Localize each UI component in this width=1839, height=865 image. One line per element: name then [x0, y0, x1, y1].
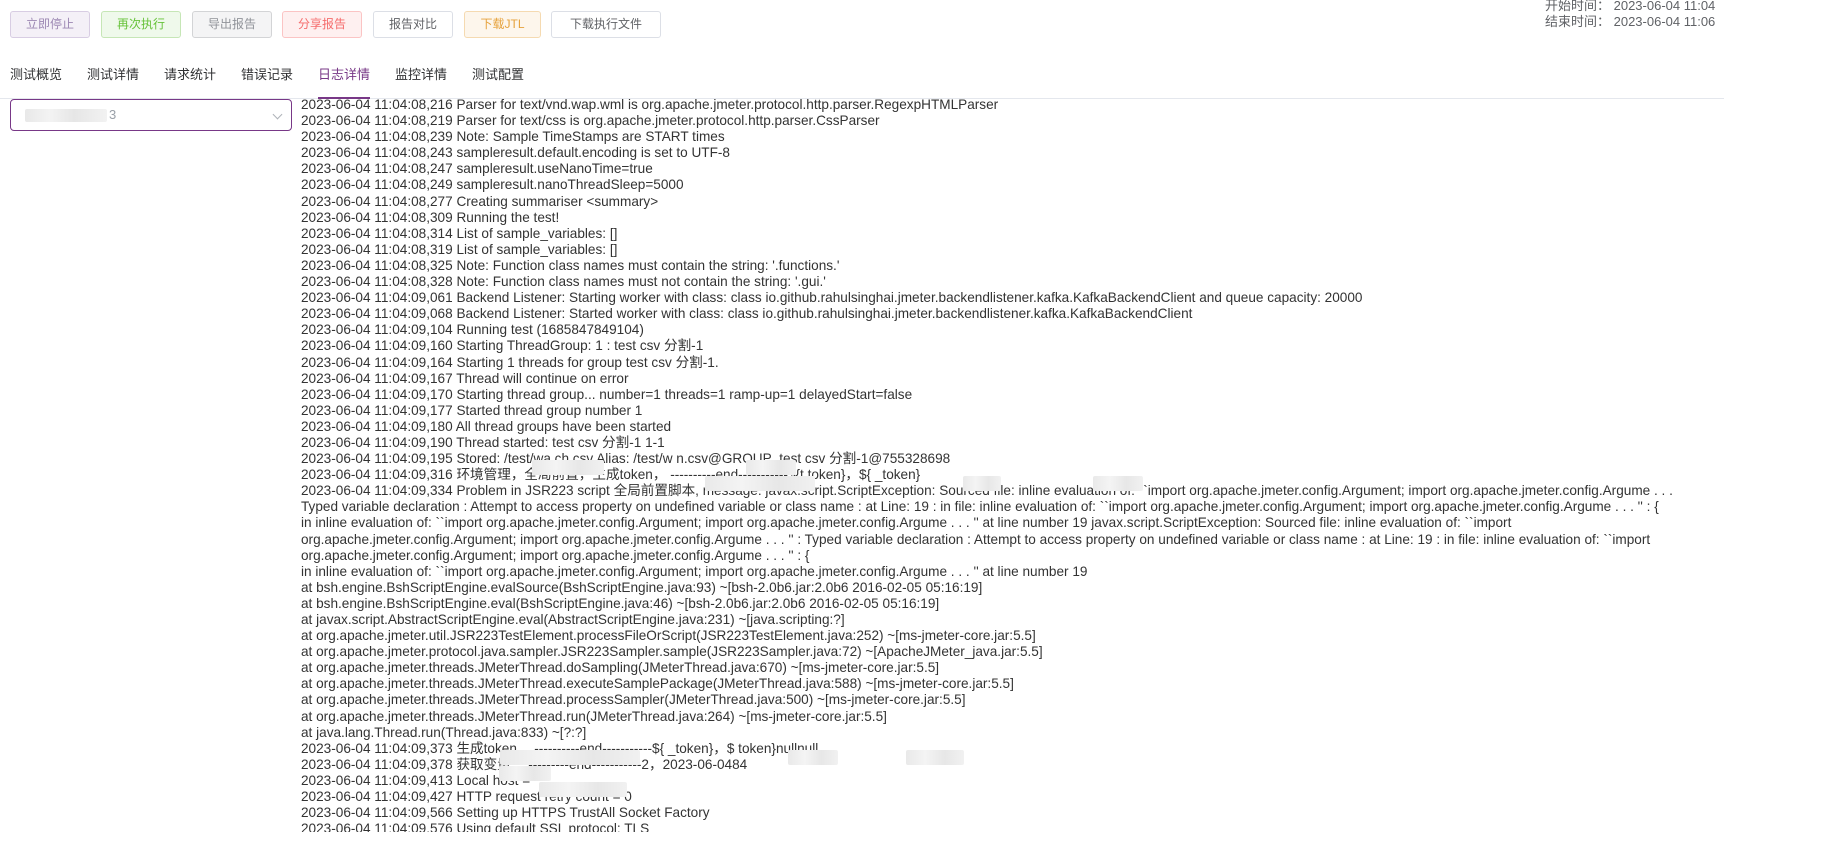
log-line: 2023-06-04 11:04:08,249 sampleresult.nan… — [301, 177, 684, 193]
log-line: 2023-06-04 11:04:08,325 Note: Function c… — [301, 257, 840, 273]
log-line: 2023-06-04 11:04:09,170 Starting thread … — [301, 386, 913, 402]
log-line: 2023-06-04 11:04:09,195 Stored: /test/wa… — [301, 451, 951, 467]
redacted-text — [788, 750, 838, 765]
log-line: in inline evaluation of: ``import org.ap… — [301, 563, 1088, 579]
log-line: 2023-06-04 11:04:08,319 List of sample_v… — [301, 241, 618, 257]
export-report-button[interactable]: 导出报告 — [192, 11, 272, 38]
log-line: at javax.script.AbstractScriptEngine.eva… — [301, 612, 845, 627]
redacted-text — [500, 750, 640, 765]
log-line: at bsh.engine.BshScriptEngine.eval(BshSc… — [301, 595, 940, 611]
redacted-text — [499, 766, 551, 781]
redacted-text — [906, 750, 964, 765]
log-line: at java.lang.Thread.run(Thread.java:833)… — [301, 724, 587, 740]
download-jtl-button[interactable]: 下载JTL — [464, 11, 541, 38]
log-line: Typed variable declaration : Attempt to … — [301, 499, 1659, 515]
log-line: 2023-06-04 11:04:09,316 环境管理，全局前置，生成toke… — [301, 467, 921, 483]
log-line: 2023-06-04 11:04:09,164 Starting 1 threa… — [301, 354, 719, 370]
log-line: 2023-06-04 11:04:09,190 Thread started: … — [301, 434, 665, 450]
log-content: 2023-06-04 11:04:08,216 Parser for text/… — [301, 97, 1731, 832]
log-line: at org.apache.jmeter.threads.JMeterThrea… — [301, 692, 966, 708]
log-line: 2023-06-04 11:04:09,566 Setting up HTTPS… — [301, 805, 710, 821]
log-line: in inline evaluation of: ``import org.ap… — [301, 515, 1512, 531]
redacted-text — [532, 460, 604, 475]
log-line: at org.apache.jmeter.util.JSR223TestElem… — [301, 628, 1036, 644]
redacted-text — [963, 476, 1001, 491]
tab-error-records[interactable]: 错误记录 — [241, 58, 293, 98]
log-line: 2023-06-04 11:04:08,314 List of sample_v… — [301, 225, 618, 241]
tab-monitor-details[interactable]: 监控详情 — [395, 58, 447, 98]
test-time-info: 开始时间： 2023-06-04 11:04 结束时间： 2023-06-04 … — [1545, 0, 1715, 30]
tab-request-stats[interactable]: 请求统计 — [164, 58, 216, 98]
resource-node-value: 3 — [109, 107, 117, 122]
redacted-text — [705, 476, 815, 491]
log-line: org.apache.jmeter.config.Argument; impor… — [301, 531, 1651, 547]
log-line: 2023-06-04 11:04:09,160 Starting ThreadG… — [301, 338, 704, 354]
log-line: 2023-06-04 11:04:08,247 sampleresult.use… — [301, 161, 653, 177]
start-time: 开始时间： 2023-06-04 11:04 — [1545, 0, 1716, 13]
log-line: 2023-06-04 11:04:08,216 Parser for text/… — [301, 97, 999, 112]
log-line: 2023-06-04 11:04:09,177 Started thread g… — [301, 402, 643, 418]
log-line: 2023-06-04 11:04:09,104 Running test (16… — [301, 322, 644, 338]
compare-report-button[interactable]: 报告对比 — [373, 11, 453, 38]
tab-log-details[interactable]: 日志详情 — [318, 58, 371, 99]
redacted-text — [539, 782, 627, 797]
log-line: at org.apache.jmeter.threads.JMeterThrea… — [301, 660, 940, 676]
share-report-button[interactable]: 分享报告 — [282, 11, 362, 38]
log-line: at org.apache.jmeter.threads.JMeterThrea… — [301, 676, 1014, 692]
log-line: 2023-06-04 11:04:09,427 HTTP request ret… — [301, 789, 632, 805]
log-line: 2023-06-04 11:04:08,309 Running the test… — [301, 209, 560, 225]
redacted-text — [746, 460, 796, 475]
tab-test-details[interactable]: 测试详情 — [87, 58, 139, 98]
tab-test-overview[interactable]: 测试概览 — [10, 58, 62, 98]
tab-test-config[interactable]: 测试配置 — [472, 58, 524, 98]
chevron-down-icon — [272, 109, 283, 120]
download-exec-file-button[interactable]: 下载执行文件 — [551, 11, 661, 38]
log-line: 2023-06-04 11:04:09,576 Using default SS… — [301, 821, 650, 832]
stop-button[interactable]: 立即停止 — [10, 11, 90, 38]
log-line: 2023-06-04 11:04:08,243 sampleresult.def… — [301, 145, 730, 161]
redacted-text — [1093, 476, 1143, 491]
log-line: 2023-06-04 11:04:09,061 Backend Listener… — [301, 290, 1363, 306]
log-line: org.apache.jmeter.config.Argument; impor… — [301, 547, 810, 563]
log-line: 2023-06-04 11:04:08,277 Creating summari… — [301, 193, 659, 209]
log-line: 2023-06-04 11:04:09,180 All thread group… — [301, 418, 672, 434]
tab-log-details-label: 日志详情 — [318, 67, 371, 82]
log-line: at org.apache.jmeter.protocol.java.sampl… — [301, 644, 1043, 660]
log-line: 2023-06-04 11:04:08,328 Note: Function c… — [301, 274, 826, 290]
log-line: 2023-06-04 11:04:08,239 Note: Sample Tim… — [301, 129, 725, 145]
resource-node-select[interactable]: 3 — [10, 99, 292, 131]
log-line: at org.apache.jmeter.threads.JMeterThrea… — [301, 708, 887, 724]
log-line: at bsh.engine.BshScriptEngine.evalSource… — [301, 579, 983, 595]
log-line: 2023-06-04 11:04:09,334 Problem in JSR22… — [301, 483, 1673, 499]
redacted-node-name — [25, 109, 107, 122]
log-line: 2023-06-04 11:04:09,068 Backend Listener… — [301, 306, 1193, 322]
log-line: 2023-06-04 11:04:08,219 Parser for text/… — [301, 113, 880, 129]
end-time: 结束时间： 2023-06-04 11:06 — [1545, 14, 1716, 29]
log-line: 2023-06-04 11:04:09,167 Thread will cont… — [301, 370, 629, 386]
rerun-button[interactable]: 再次执行 — [101, 11, 181, 38]
report-tabs: 测试概览 测试详情 请求统计 错误记录 日志详情 监控详情 测试配置 — [0, 58, 1724, 99]
